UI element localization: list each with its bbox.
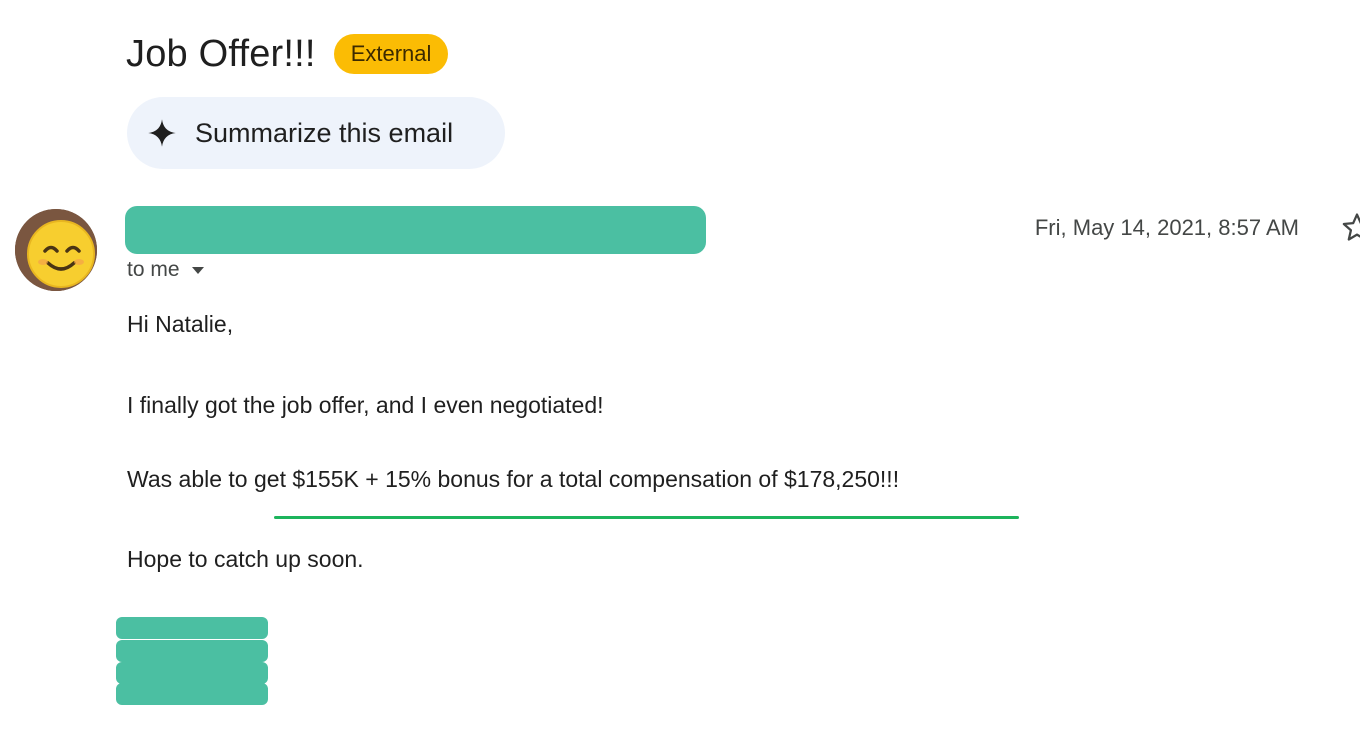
email-greeting: Hi Natalie, xyxy=(127,311,234,337)
sender-name-redacted xyxy=(125,206,706,254)
email-header: Job Offer!!! External xyxy=(126,28,449,80)
signature-redacted xyxy=(116,617,268,639)
signature-redacted xyxy=(116,662,268,684)
email-timestamp: Fri, May 14, 2021, 8:57 AM xyxy=(1034,215,1299,240)
caret-down-icon xyxy=(191,266,204,274)
sparkle-icon xyxy=(148,119,176,147)
signature-redacted xyxy=(116,640,268,662)
highlight-underline xyxy=(274,516,1019,519)
sender-avatar[interactable] xyxy=(15,209,97,291)
email-body-line: I finally got the job offer, and I even … xyxy=(127,392,604,418)
summarize-email-button[interactable]: Summarize this email xyxy=(127,97,505,169)
email-subject: Job Offer!!! xyxy=(126,32,316,75)
signature-redacted xyxy=(116,683,268,705)
email-closing: Hope to catch up soon. xyxy=(127,546,364,572)
recipient-label: to me xyxy=(127,258,180,281)
smiling-face-emoji xyxy=(15,209,97,291)
external-badge[interactable]: External xyxy=(333,34,449,74)
email-body-line: Was able to get $155K + 15% bonus for a … xyxy=(127,466,900,492)
star-icon[interactable] xyxy=(1340,210,1360,246)
summarize-email-label: Summarize this email xyxy=(195,117,454,148)
recipient-details-toggle[interactable]: to me xyxy=(127,258,204,282)
